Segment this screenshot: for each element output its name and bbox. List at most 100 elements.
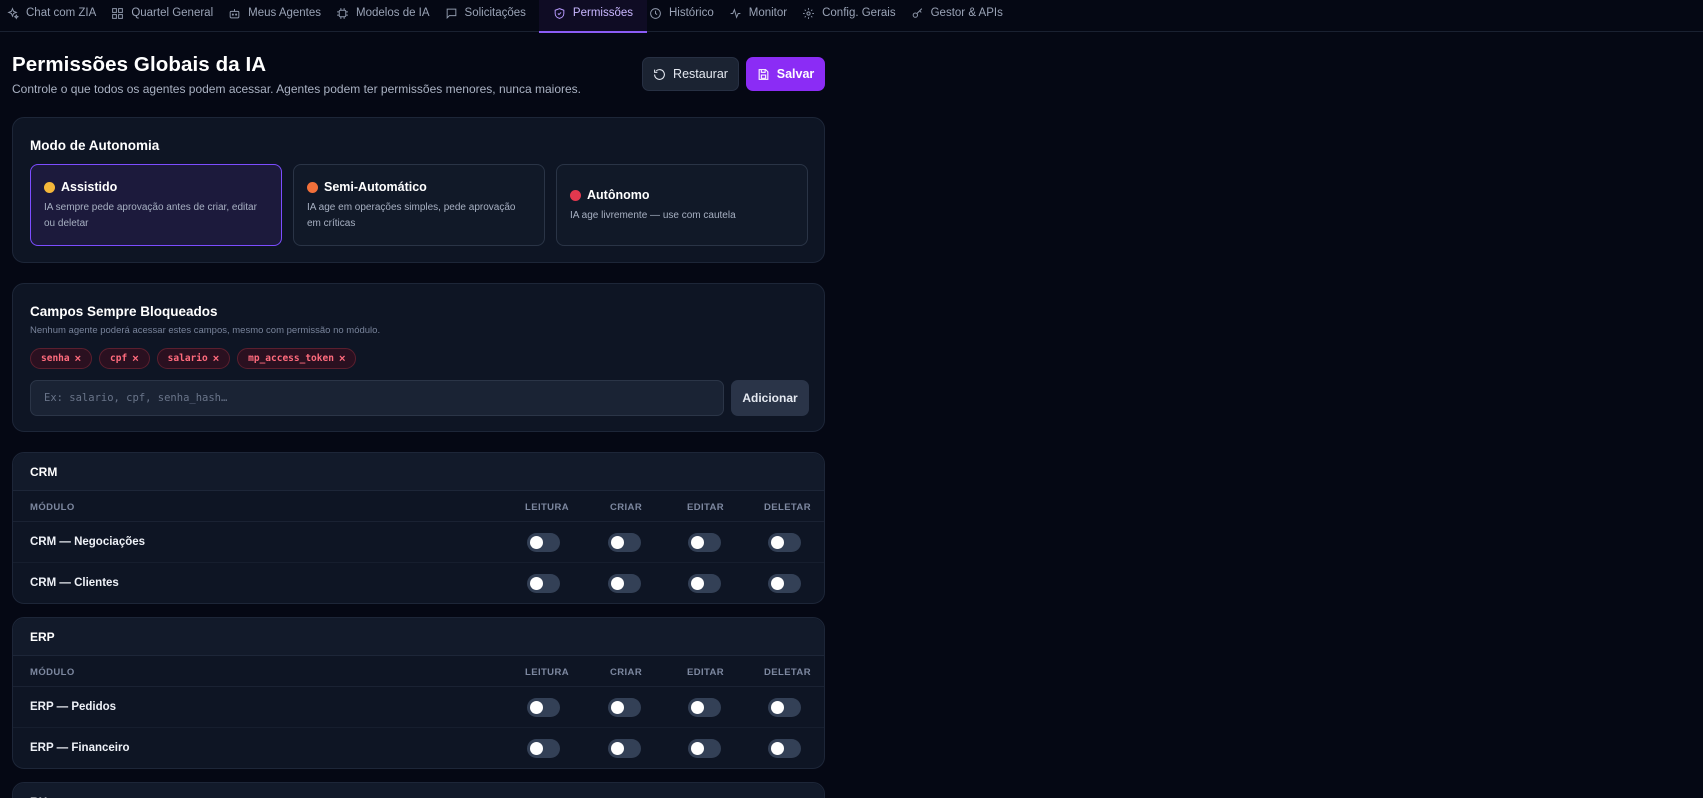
table-row: CRM — Clientes xyxy=(13,563,824,603)
page-subtitle: Controle o que todos os agentes podem ac… xyxy=(12,82,581,96)
tab-monitor[interactable]: Monitor xyxy=(727,0,800,32)
tab-historico[interactable]: Histórico xyxy=(647,0,727,32)
blocked-subtitle: Nenhum agente poderá acessar estes campo… xyxy=(30,325,381,336)
chip-label: salario xyxy=(167,353,208,364)
tab-modelos-de-ia[interactable]: Modelos de IA xyxy=(334,0,443,32)
bot-icon xyxy=(229,8,240,18)
toggle-read[interactable] xyxy=(527,533,560,552)
module-name: ERP — Pedidos xyxy=(30,701,117,713)
mode-autonomo[interactable]: Autônomo IA age livremente — use com cau… xyxy=(556,164,808,246)
rotate-ccw-icon xyxy=(654,68,665,80)
tab-label: Config. Gerais xyxy=(822,7,896,19)
chip-label: mp_access_token xyxy=(248,353,334,364)
toggle-create[interactable] xyxy=(608,698,641,717)
restore-label: Restaurar xyxy=(673,67,728,81)
table-row: ERP — Pedidos xyxy=(13,687,824,728)
column-header-edit: EDITAR xyxy=(687,667,725,678)
yellow-dot-icon xyxy=(44,181,55,193)
tab-gestor-apis[interactable]: Gestor & APIs xyxy=(909,0,1016,32)
toggle-delete[interactable] xyxy=(768,574,801,593)
tab-label: Gestor & APIs xyxy=(930,7,1003,19)
tab-permissoes[interactable]: Permissões xyxy=(538,0,648,33)
save-button[interactable]: Salvar xyxy=(746,57,825,91)
toggle-edit[interactable] xyxy=(688,698,721,717)
activity-icon xyxy=(730,7,741,19)
mode-name: Semi-Automático xyxy=(324,180,427,194)
section-title: CRM xyxy=(13,453,824,491)
mode-description: IA age em operações simples, pede aprova… xyxy=(307,202,516,229)
page-title: Permissões Globais da IA xyxy=(12,53,267,76)
tab-label: Modelos de IA xyxy=(356,7,430,19)
remove-chip-icon[interactable]: × xyxy=(75,353,81,365)
restore-button[interactable]: Restaurar xyxy=(642,57,739,91)
blocked-chip: salario × xyxy=(156,348,231,369)
tab-meus-agentes[interactable]: Meus Agentes xyxy=(226,0,334,32)
tab-quartel-general[interactable]: Quartel General xyxy=(109,0,226,32)
toggle-create[interactable] xyxy=(608,739,641,758)
remove-chip-icon[interactable]: × xyxy=(132,353,138,365)
add-field-button[interactable]: Adicionar xyxy=(731,380,809,416)
tab-label: Solicitações xyxy=(464,7,526,19)
section-title: ERP xyxy=(13,618,824,656)
mode-header: Assistido xyxy=(44,180,268,194)
permission-table-crm: CRM MÓDULO LEITURA CRIAR EDITAR DELETAR … xyxy=(12,452,825,604)
mode-description: IA sempre pede aprovação antes de criar,… xyxy=(44,202,257,229)
column-header-module: MÓDULO xyxy=(30,667,75,678)
toggle-delete[interactable] xyxy=(768,533,801,552)
autonomy-title: Modo de Autonomia xyxy=(30,138,160,153)
blocked-chip: senha × xyxy=(30,348,93,369)
shield-icon xyxy=(554,7,565,19)
message-icon xyxy=(446,8,456,19)
tab-label: Quartel General xyxy=(131,7,214,19)
toggle-create[interactable] xyxy=(608,533,641,552)
save-icon xyxy=(758,68,769,80)
chip-label: cpf xyxy=(110,353,128,364)
permission-table-rh: RH xyxy=(12,782,825,798)
tab-solicitacoes[interactable]: Solicitações xyxy=(443,0,539,32)
remove-chip-icon[interactable]: × xyxy=(339,353,345,365)
toggle-read[interactable] xyxy=(527,698,560,717)
table-row: CRM — Negociações xyxy=(13,522,824,563)
toggle-read[interactable] xyxy=(527,574,560,593)
mode-header: Autônomo xyxy=(570,188,794,202)
mode-semi-automatico[interactable]: Semi-Automático IA age em operações simp… xyxy=(293,164,545,246)
toggle-delete[interactable] xyxy=(768,739,801,758)
column-header-create: CRIAR xyxy=(610,667,643,678)
toggle-edit[interactable] xyxy=(688,574,721,593)
table-row: ERP — Financeiro xyxy=(13,728,824,768)
blocked-chip: mp_access_token × xyxy=(237,348,357,369)
chip-label: senha xyxy=(41,353,70,364)
blocked-fields-card: Campos Sempre Bloqueados Nenhum agente p… xyxy=(12,283,825,432)
grid-icon xyxy=(112,7,124,19)
toggle-read[interactable] xyxy=(527,739,560,758)
module-name: CRM — Negociações xyxy=(30,536,146,548)
mode-assistido[interactable]: Assistido IA sempre pede aprovação antes… xyxy=(30,164,282,246)
key-icon xyxy=(912,7,922,18)
module-name: CRM — Clientes xyxy=(30,577,119,589)
orange-dot-icon xyxy=(307,181,318,193)
tab-label: Meus Agentes xyxy=(248,7,322,19)
column-header-read: LEITURA xyxy=(525,667,569,678)
toggle-edit[interactable] xyxy=(688,739,721,758)
blocked-chip: cpf × xyxy=(99,348,150,369)
tab-label: Monitor xyxy=(748,7,788,19)
sparkles-icon xyxy=(7,6,19,19)
column-header-read: LEITURA xyxy=(525,502,569,513)
tab-label: Chat com ZIA xyxy=(26,7,97,19)
toggle-delete[interactable] xyxy=(768,698,801,717)
blocked-field-input[interactable]: Ex: salario, cpf, senha_hash… xyxy=(30,380,724,416)
mode-name: Autônomo xyxy=(587,188,650,202)
tab-chat-com-zia[interactable]: Chat com ZIA xyxy=(4,0,109,32)
toggle-create[interactable] xyxy=(608,574,641,593)
top-nav: Chat com ZIA Quartel General Meus Agente… xyxy=(0,0,1703,33)
red-dot-icon xyxy=(570,189,581,201)
gear-icon xyxy=(803,7,815,19)
tab-label: Permissões xyxy=(572,7,633,19)
remove-chip-icon[interactable]: × xyxy=(213,353,219,365)
mode-name: Assistido xyxy=(61,180,118,194)
module-name: ERP — Financeiro xyxy=(30,742,130,754)
toggle-edit[interactable] xyxy=(688,533,721,552)
table-header: MÓDULO LEITURA CRIAR EDITAR DELETAR xyxy=(13,656,824,687)
tab-config-gerais[interactable]: Config. Gerais xyxy=(800,0,909,32)
clock-icon xyxy=(650,7,661,19)
